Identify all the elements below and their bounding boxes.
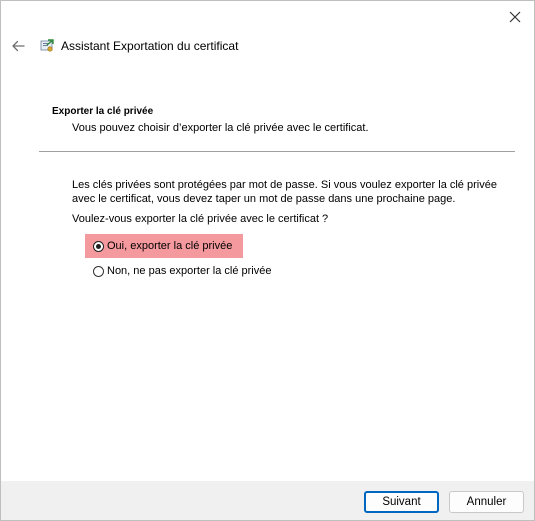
next-button[interactable]: Suivant [364,491,439,513]
back-arrow-icon [12,40,25,52]
section-title: Exporter la clé privée [52,106,154,117]
radio-option-yes[interactable]: Oui, exporter la clé privée [85,234,243,258]
certificate-wizard-icon [40,39,54,52]
radio-option-no[interactable]: Non, ne pas exporter la clé privée [93,263,271,279]
radio-option-no-label: Non, ne pas exporter la clé privée [107,265,272,277]
export-wizard-window: Assistant Exportation du certificat Expo… [0,0,535,521]
header-divider [39,151,515,152]
back-button[interactable] [9,37,27,55]
close-button[interactable] [504,7,526,27]
export-question: Voulez-vous exporter la clé privée avec … [72,213,329,225]
cancel-button[interactable]: Annuler [449,491,524,513]
radio-option-yes-label: Oui, exporter la clé privée [107,240,233,252]
radio-selected-icon[interactable] [93,240,104,252]
section-subtitle: Vous pouvez choisir d’exporter la clé pr… [72,122,369,134]
info-text: Les clés privées sont protégées par mot … [72,179,497,205]
close-icon [509,11,521,23]
window-title: Assistant Exportation du certificat [61,39,239,53]
radio-unselected-icon[interactable] [93,265,104,277]
